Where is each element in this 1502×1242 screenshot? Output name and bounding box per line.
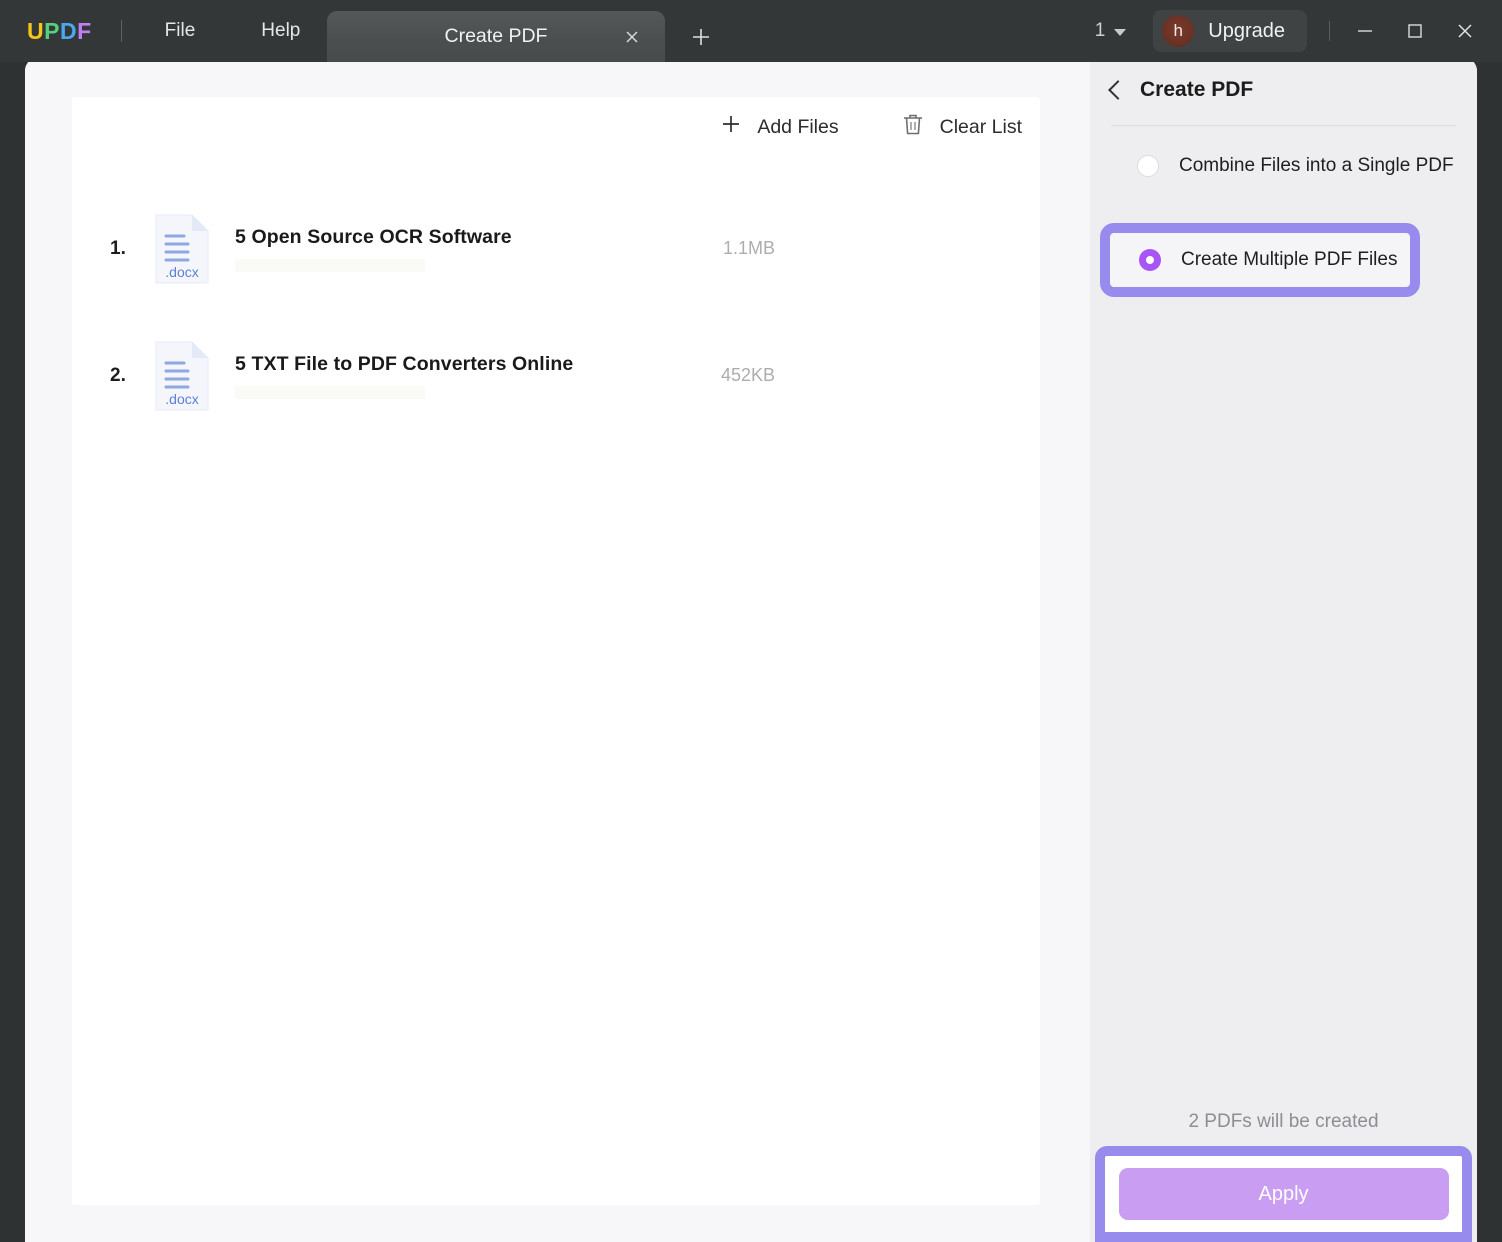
- title-bar: UPDF File Help Create PDF 1 h Upgrade: [0, 0, 1502, 62]
- highlight-box-selected-option: Create Multiple PDF Files: [1100, 223, 1420, 297]
- option-label: Create Multiple PDF Files: [1181, 249, 1398, 270]
- close-icon[interactable]: [1440, 0, 1490, 62]
- avatar: h: [1162, 15, 1195, 47]
- radio-unchecked-icon: [1137, 154, 1159, 177]
- titlebar-divider: [120, 20, 122, 42]
- svg-text:.docx: .docx: [165, 264, 198, 280]
- file-list: 1. .docx 5 Open Source OCR Software 1.1M…: [72, 185, 1040, 439]
- file-path-placeholder: [235, 385, 425, 399]
- docx-file-icon: .docx: [154, 340, 210, 412]
- maximize-icon[interactable]: [1390, 0, 1440, 62]
- chevron-down-icon: [1114, 29, 1127, 36]
- updf-logo: UPDF: [27, 18, 92, 45]
- file-path-placeholder: [235, 258, 425, 272]
- pdf-mode-options: Combine Files into a Single PDF: [1090, 139, 1477, 192]
- logo-letter-u: U: [27, 17, 45, 44]
- highlight-box-apply: Apply: [1095, 1146, 1472, 1242]
- radio-checked-icon: [1139, 249, 1161, 271]
- tab-label: Create PDF: [444, 25, 548, 47]
- file-list-item[interactable]: 1. .docx 5 Open Source OCR Software 1.1M…: [72, 185, 1040, 312]
- file-text-block: 5 Open Source OCR Software: [210, 226, 723, 272]
- tab-close-icon[interactable]: [621, 26, 643, 48]
- file-index: 2.: [110, 364, 126, 386]
- updf-window: UPDF File Help Create PDF 1 h Upgrade Ad…: [0, 0, 1502, 1242]
- trash-icon: [901, 112, 925, 143]
- clear-list-button[interactable]: Clear List: [901, 112, 1022, 143]
- file-size: 452KB: [720, 365, 775, 385]
- status-text: 2 PDFs will be created: [1188, 1111, 1379, 1132]
- file-text-block: 5 TXT File to PDF Converters Online: [210, 353, 721, 399]
- minimize-icon[interactable]: [1340, 0, 1390, 62]
- add-files-button[interactable]: Add Files: [720, 113, 839, 140]
- add-files-label: Add Files: [757, 116, 839, 138]
- page-count-value: 1: [1094, 20, 1106, 41]
- svg-text:.docx: .docx: [165, 391, 198, 407]
- create-pdf-panel: Create PDF Combine Files into a Single P…: [1090, 57, 1477, 1242]
- file-name: 5 TXT File to PDF Converters Online: [235, 352, 574, 375]
- main-content-area: Add Files Clear List 1. .docx 5 Open Sou…: [25, 57, 1090, 1242]
- logo-letter-p: P: [44, 17, 60, 44]
- file-toolbar: Add Files Clear List: [720, 112, 1022, 143]
- clear-list-label: Clear List: [939, 116, 1022, 138]
- file-name: 5 Open Source OCR Software: [235, 225, 512, 248]
- option-combine-single-pdf[interactable]: Combine Files into a Single PDF: [1090, 139, 1477, 192]
- file-size: 1.1MB: [722, 238, 775, 258]
- docx-file-icon: .docx: [154, 213, 210, 285]
- panel-header: Create PDF: [1108, 78, 1254, 102]
- option-label: Combine Files into a Single PDF: [1179, 154, 1454, 176]
- file-index: 1.: [110, 237, 126, 259]
- option-create-multiple-pdfs[interactable]: Create Multiple PDF Files: [1110, 233, 1410, 287]
- upgrade-button[interactable]: h Upgrade: [1153, 10, 1307, 52]
- tab-create-pdf[interactable]: Create PDF: [327, 11, 665, 62]
- back-chevron-icon[interactable]: [1108, 80, 1128, 100]
- window-controls-divider: [1329, 21, 1330, 41]
- file-list-card: Add Files Clear List 1. .docx 5 Open Sou…: [72, 97, 1040, 1205]
- page-count-dropdown[interactable]: 1: [1095, 20, 1127, 42]
- panel-divider: [1111, 125, 1456, 126]
- menu-file[interactable]: File: [165, 14, 196, 48]
- tab-strip: Create PDF: [327, 11, 714, 62]
- apply-button[interactable]: Apply: [1118, 1168, 1449, 1220]
- logo-letter-f: F: [77, 17, 92, 44]
- new-tab-plus-icon[interactable]: [688, 24, 714, 50]
- workspace: Add Files Clear List 1. .docx 5 Open Sou…: [25, 57, 1477, 1242]
- plus-icon: [720, 113, 742, 140]
- logo-letter-d: D: [59, 17, 78, 44]
- file-list-item[interactable]: 2. .docx 5 TXT File to PDF Converters On…: [72, 312, 1040, 439]
- menu-help[interactable]: Help: [261, 14, 300, 48]
- panel-title: Create PDF: [1140, 78, 1254, 101]
- titlebar-right-controls: 1 h Upgrade: [1095, 0, 1502, 62]
- upgrade-label: Upgrade: [1208, 19, 1285, 42]
